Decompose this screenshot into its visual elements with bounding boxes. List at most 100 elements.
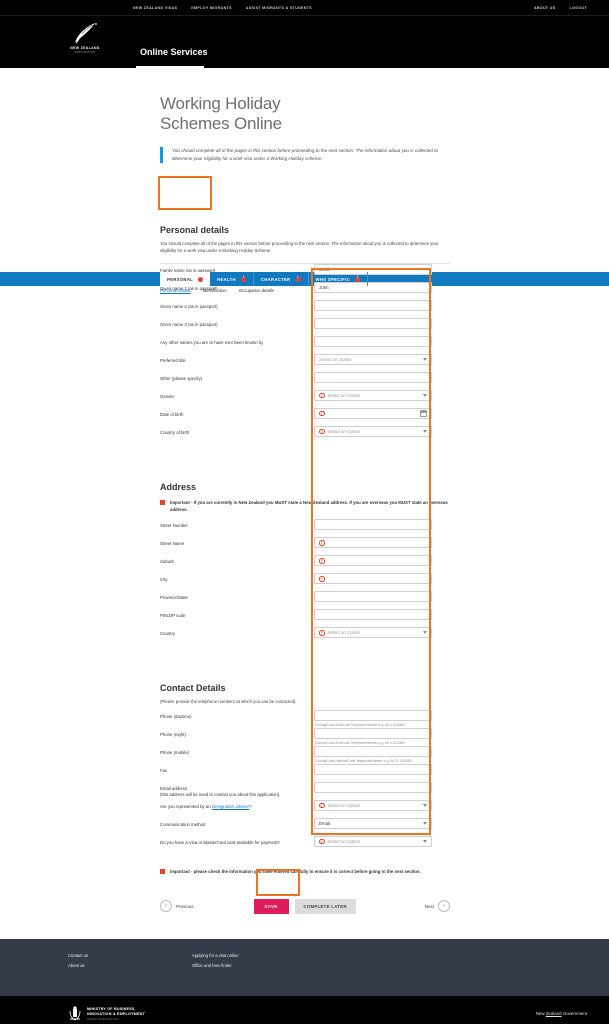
field-wrapper: !	[310, 573, 432, 585]
input-email-address[interactable]	[314, 781, 432, 793]
tab-character[interactable]: CHARACTER	[254, 272, 309, 286]
next-button[interactable]: Next ›	[424, 900, 450, 913]
immigration-adviser-link[interactable]: immigration adviser	[212, 804, 249, 809]
select-country[interactable]: ! Select an Option	[314, 627, 432, 639]
label-country: Country	[160, 631, 176, 637]
label-fax: Fax	[160, 767, 168, 773]
field-wrapper: ! Select an Option	[310, 627, 432, 639]
alert-icon	[198, 275, 204, 282]
field-wrapper: Select an Option	[310, 353, 432, 365]
input-fax[interactable]	[314, 763, 432, 775]
input-phone[interactable]	[314, 727, 432, 739]
select-gender[interactable]: ! Select an Option	[314, 389, 432, 401]
tab-character-label: CHARACTER	[260, 276, 291, 282]
form-row: City!	[160, 573, 450, 591]
input-given-name-3[interactable]	[314, 317, 432, 329]
footer-link-office-fees-finder[interactable]: Office and fees finder	[192, 961, 239, 970]
footer-link-applying-online[interactable]: Applying for a visa online	[192, 951, 239, 960]
select-country-of-birth[interactable]: ! Select an Option	[314, 425, 432, 437]
chevron-right-icon: ›	[438, 900, 450, 913]
next-label: Next	[424, 903, 434, 909]
input-city[interactable]: !	[314, 573, 432, 585]
label-email-address: Email address (this address will be used …	[160, 785, 281, 798]
nz-government-logo[interactable]: New Zealand Government	[536, 1011, 587, 1016]
tab-personal[interactable]: PERSONAL	[160, 272, 211, 286]
field-wrapper: !	[310, 555, 432, 567]
form-row: Given name 2 (as in passport)	[160, 299, 450, 318]
input-given-name-2[interactable]	[314, 299, 432, 311]
form-row: Communication method Email	[160, 817, 450, 836]
form-row: Country ! Select an Option	[160, 627, 450, 645]
input-pin-zip-code[interactable]	[314, 609, 432, 621]
complete-later-button[interactable]: COMPLETE LATER	[294, 898, 356, 914]
field-value: Select an Option	[327, 392, 360, 398]
alert-icon	[240, 275, 246, 282]
calendar-icon[interactable]	[420, 409, 427, 417]
form-row: Gender ! Select an Option	[160, 389, 450, 408]
field-wrapper: ! Select an Option	[310, 799, 432, 811]
field-value: Select an Option	[327, 838, 360, 844]
label-pin-zip-code: PIN/ZIP code	[160, 613, 186, 619]
topnav-item[interactable]: EMPLOY MIGRANTS	[191, 6, 232, 10]
label-street-number: Street Number	[160, 523, 188, 529]
callout-text: You should complete all of the pages in …	[172, 147, 439, 161]
tab-health[interactable]: HEALTH	[210, 272, 254, 286]
chevron-down-icon	[423, 821, 427, 825]
select-do-you-have-a-visa-or-mastercard-card-av[interactable]: ! Select an Option	[314, 835, 432, 847]
logo-line-2: IMMIGRATION	[74, 50, 96, 54]
active-tab-underline	[136, 66, 204, 68]
about-us-link[interactable]: About us	[534, 6, 556, 10]
subtab-occupation-details[interactable]: Occupation details	[239, 288, 274, 293]
input-suburb[interactable]: !	[314, 555, 432, 567]
footer-brand-row: MINISTRY OF BUSINESS, INNOVATION & EMPLO…	[0, 996, 609, 1022]
form-row: Country of birth! Select an Option	[160, 425, 450, 444]
select-communication-method[interactable]: Email	[314, 817, 432, 829]
field-value: Email	[319, 820, 330, 826]
field-wrapper	[310, 781, 432, 793]
subtab-identification[interactable]: Identification	[203, 288, 227, 293]
inz-logo[interactable]: NEW ZEALAND IMMIGRATION	[62, 22, 108, 54]
error-icon: !	[319, 410, 325, 417]
field-wrapper: ! Select an Option	[310, 389, 432, 401]
topnav-item[interactable]: NEW ZEALAND VISAS	[133, 6, 177, 10]
input-street-number[interactable]	[314, 519, 432, 531]
site-footer-links: Contact us About us Applying for a visa …	[0, 939, 609, 997]
select-are-you-represented-by-an-immigration-ad[interactable]: ! Select an Option	[314, 799, 432, 811]
tab-whs-specific[interactable]: WHS SPECIFIC	[309, 272, 368, 286]
nzgovt-pre: New	[535, 1011, 546, 1017]
footer-link-contact-us[interactable]: Contact us	[68, 951, 192, 960]
field-wrapper	[310, 335, 432, 347]
input-other[interactable]	[314, 371, 432, 383]
select-preferred-title[interactable]: Select an Option	[314, 353, 432, 365]
page-title-line-1: Working Holiday	[160, 94, 281, 113]
online-services-tab[interactable]: Online Services	[136, 36, 224, 68]
chevron-down-icon	[423, 429, 427, 433]
topnav-item[interactable]: ASSIST MIGRANTS & STUDENTS	[246, 6, 312, 10]
footer-link-about-us[interactable]: About us	[68, 961, 192, 970]
logout-link[interactable]: Logout	[570, 6, 587, 10]
field-wrapper: !	[310, 537, 432, 549]
previous-button[interactable]: ‹ Previous	[160, 900, 194, 913]
label-phone: Phone (daytime)	[160, 713, 192, 719]
label-gender: Gender	[160, 393, 175, 399]
input-phone[interactable]	[314, 709, 432, 721]
page-title: Working Holiday Schemes Online	[160, 94, 450, 135]
label-any-other-names-you-are-or-have-ever-bee: Any other names you are or have ever bee…	[160, 339, 264, 345]
form-row: Phone (night) CountryCode AreaCode Teleph…	[160, 727, 450, 746]
online-services-label: Online Services	[140, 47, 208, 57]
date-date-of-birth[interactable]: !	[314, 407, 432, 419]
tab-personal-label: PERSONAL	[167, 276, 194, 282]
form-row: Email address (this address will be used …	[160, 781, 450, 800]
input-province-state[interactable]	[314, 591, 432, 603]
field-wrapper	[310, 591, 432, 603]
error-icon: !	[319, 838, 325, 845]
masthead: NEW ZEALAND IMMIGRATION Online Services	[0, 16, 609, 68]
save-button[interactable]: SAVE	[253, 898, 289, 914]
input-street-name[interactable]: !	[314, 537, 432, 549]
input-any-other-names-you-are-or-have-ever-bee[interactable]	[314, 335, 432, 347]
label-given-name-2: Given name 2 (as in passport)	[160, 303, 218, 309]
subtab-personal-details[interactable]: Personal details	[160, 288, 191, 293]
silver-fern-icon	[75, 23, 97, 44]
input-phone[interactable]	[314, 745, 432, 757]
footer-important-notice: Important - please check the information…	[160, 868, 450, 875]
